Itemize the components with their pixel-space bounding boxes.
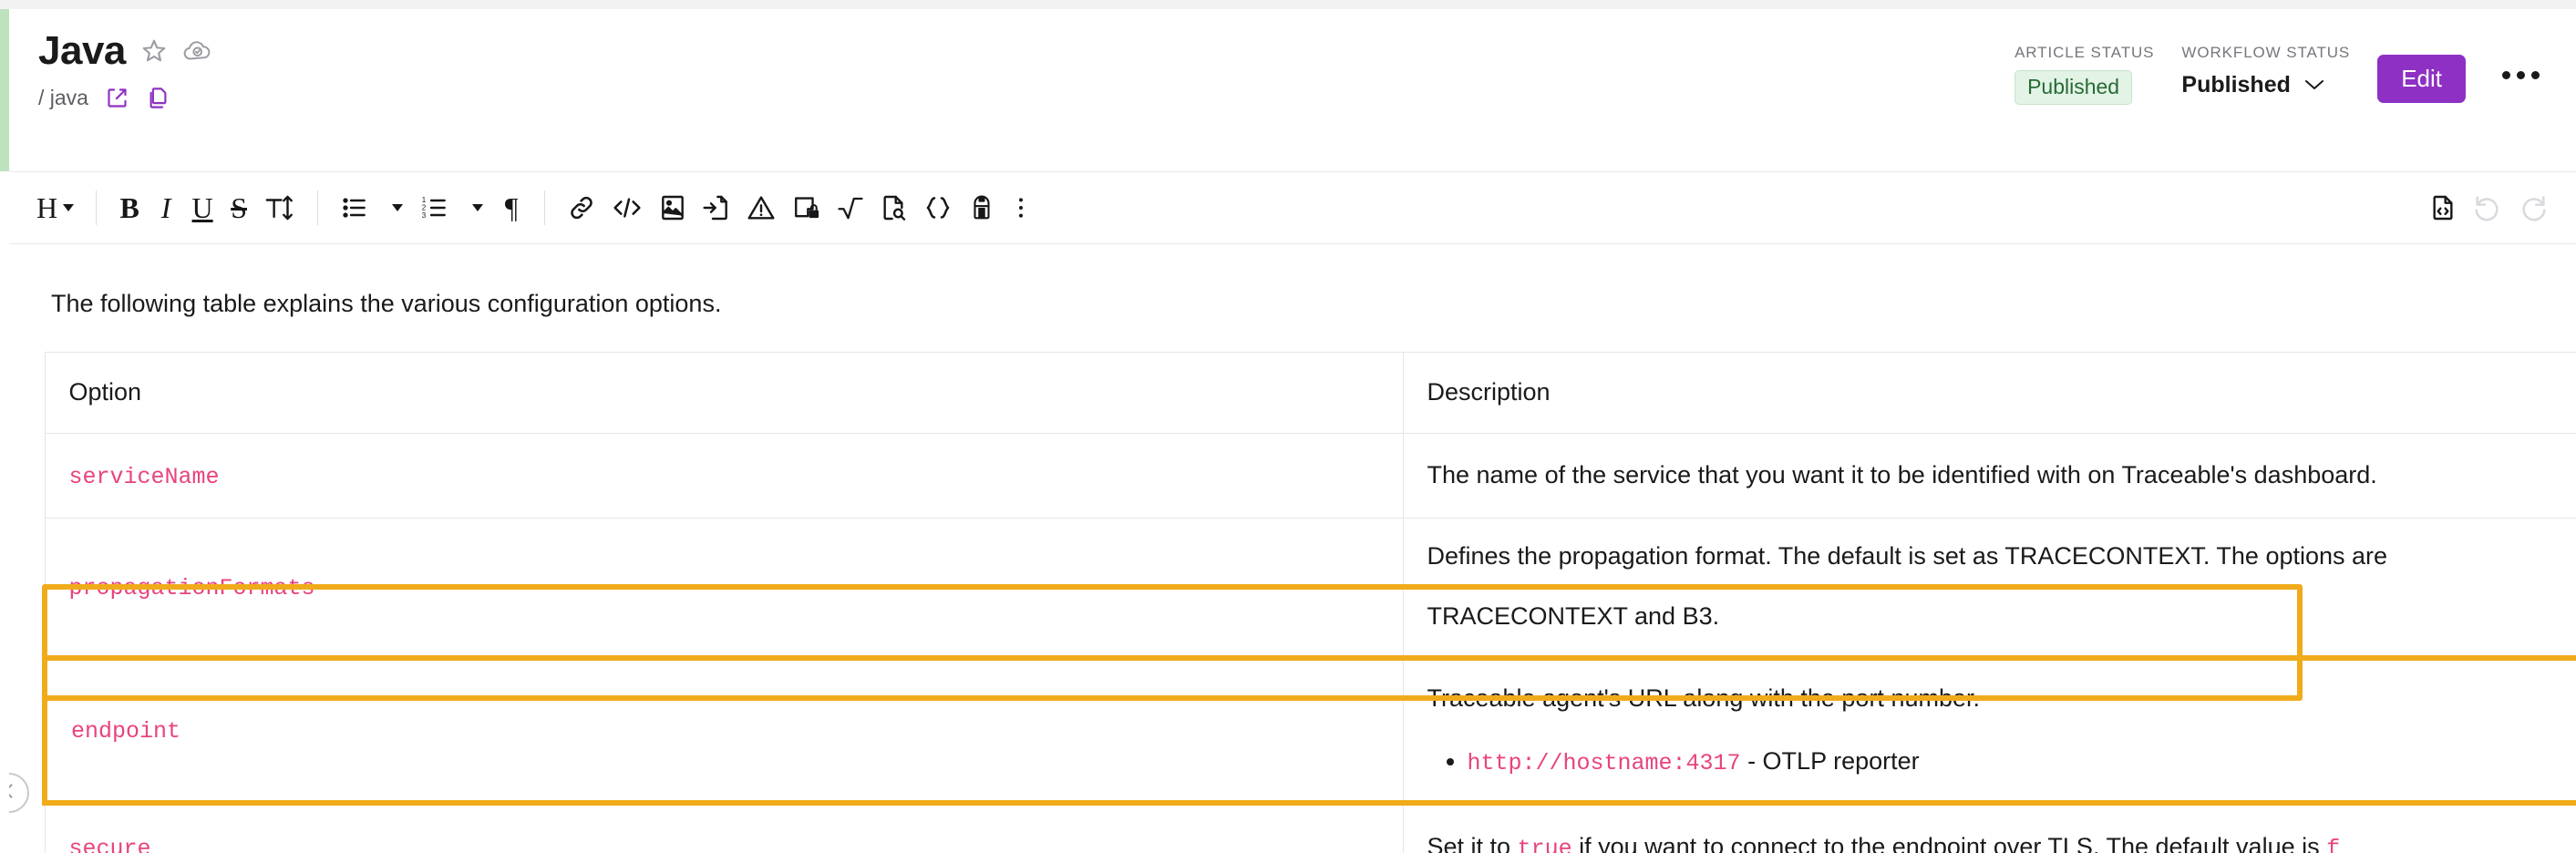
toolbar-divider [317, 190, 319, 225]
description-line: TRACECONTEXT and B3. [1427, 601, 1720, 630]
article-header: Java / java ARTICLE STATUS Published WOR… [9, 9, 2576, 171]
document-search-icon[interactable] [871, 186, 915, 230]
slug-row: / java [38, 86, 213, 110]
open-external-icon[interactable] [105, 86, 129, 110]
page-title: Java [38, 28, 126, 73]
workflow-status-group: WORKFLOW STATUS Published [2181, 44, 2350, 98]
math-icon[interactable] [829, 186, 871, 230]
top-divider [0, 0, 2576, 9]
bullet-list-dropdown[interactable] [376, 186, 413, 230]
cell-description: Traceable agent's URL along with the por… [1402, 654, 2576, 807]
status-cluster: ARTICLE STATUS Published WORKFLOW STATUS… [2014, 44, 2549, 106]
description-line: Defines the propagation format. The defa… [1427, 542, 2388, 570]
title-row: Java [38, 31, 213, 71]
inline-code: f [2326, 836, 2341, 853]
more-toolbar-options-icon[interactable] [1003, 186, 1039, 230]
chevron-down-icon [2303, 72, 2325, 98]
edit-button[interactable]: Edit [2377, 55, 2466, 103]
inline-code: true [1517, 836, 1572, 853]
line-height-button[interactable] [257, 186, 303, 230]
description-line: Traceable agent's URL along with the por… [1427, 683, 1981, 712]
insert-file-icon[interactable] [695, 186, 738, 230]
heading-dropdown[interactable]: H [29, 186, 81, 230]
cloud-check-icon[interactable] [182, 37, 213, 65]
config-options-table: Option Description serviceName The name o… [42, 352, 2576, 853]
table-row: secure Set it to true if you want to conn… [44, 802, 2576, 853]
cell-option: secure [44, 802, 1404, 853]
svg-text:3: 3 [422, 211, 427, 220]
list-item: http://hostname:4317 - OTLP reporter [1468, 742, 2576, 782]
cell-description: Defines the propagation format. The defa… [1402, 518, 2576, 659]
cell-option: endpoint [42, 654, 1404, 807]
chevron-down-icon [392, 204, 404, 211]
editor-toolbar: H B I U S 1 2 3 ¶ [9, 171, 2576, 244]
cell-description: Set it to true if you want to connect to… [1402, 802, 2576, 853]
description-line: Set it to true if you want to connect to… [1427, 827, 2576, 853]
table-row: serviceName The name of the service that … [44, 432, 2576, 519]
editor-page: Java / java ARTICLE STATUS Published WOR… [0, 0, 2576, 853]
title-block: Java / java [38, 31, 213, 110]
code-icon[interactable] [603, 186, 651, 230]
collapse-sidebar-handle[interactable] [9, 773, 29, 813]
column-header-description: Description [1402, 352, 2576, 434]
article-status-label: ARTICLE STATUS [2014, 44, 2155, 61]
underline-button[interactable]: U [184, 186, 221, 230]
italic-button[interactable]: I [148, 186, 184, 230]
image-icon[interactable] [651, 186, 695, 230]
numbered-list-button[interactable]: 1 2 3 [413, 186, 457, 230]
intro-paragraph: The following table explains the various… [51, 290, 722, 317]
bold-button[interactable]: B [111, 186, 148, 230]
toolbar-divider [544, 190, 546, 225]
duplicate-icon[interactable] [146, 86, 170, 110]
numbered-list-dropdown[interactable] [457, 186, 493, 230]
toolbar-divider [96, 190, 98, 225]
inline-code: secure [68, 836, 151, 853]
chevron-left-icon [9, 782, 18, 805]
cell-option: serviceName [44, 432, 1404, 519]
bullet-list-button[interactable] [333, 186, 376, 230]
description-line: The name of the service that you want it… [1427, 461, 2377, 489]
backpack-icon[interactable] [961, 186, 1003, 230]
callout-warning-icon[interactable] [738, 186, 784, 230]
workflow-status-dropdown[interactable]: Published [2181, 70, 2350, 98]
star-icon[interactable] [140, 37, 168, 65]
config-table-body: serviceName The name of the service that … [42, 432, 2576, 853]
config-table-wrapper: Option Description serviceName The name o… [42, 352, 2576, 853]
redo-icon[interactable] [2510, 186, 2556, 230]
article-status-group: ARTICLE STATUS Published [2014, 44, 2155, 106]
status-badge: Published [2014, 70, 2133, 106]
workflow-status-label: WORKFLOW STATUS [2181, 44, 2351, 61]
source-code-icon[interactable] [2421, 186, 2465, 230]
variable-icon[interactable] [915, 186, 961, 230]
more-actions-button[interactable] [2493, 62, 2549, 88]
table-row: endpoint Traceable agent's URL along with… [42, 654, 2576, 807]
workflow-status-value: Published [2181, 72, 2291, 98]
article-body: The following table explains the various… [9, 244, 2576, 853]
table-row: propagationFormats Defines the propagatio… [44, 518, 2576, 659]
column-header-option: Option [44, 352, 1404, 434]
private-content-icon[interactable] [784, 186, 829, 230]
inline-code: serviceName [68, 463, 220, 490]
inline-code: http://hostname:4317 [1467, 750, 1741, 777]
strikethrough-button[interactable]: S [221, 186, 257, 230]
table-header-row: Option Description [44, 352, 2576, 434]
paragraph-button[interactable]: ¶ [493, 186, 530, 230]
status-stripe [0, 9, 9, 171]
chevron-down-icon [472, 204, 484, 211]
chevron-down-icon [63, 204, 75, 211]
description-bullet-list: http://hostname:4317 - OTLP reporter [1468, 742, 2576, 782]
undo-icon[interactable] [2465, 186, 2510, 230]
link-icon[interactable] [560, 186, 603, 230]
slug-text: / java [38, 86, 88, 109]
inline-code: propagationFormats [68, 574, 315, 601]
cell-option: propagationFormats [44, 518, 1404, 659]
cell-description: The name of the service that you want it… [1402, 432, 2576, 519]
inline-code: endpoint [71, 718, 181, 745]
